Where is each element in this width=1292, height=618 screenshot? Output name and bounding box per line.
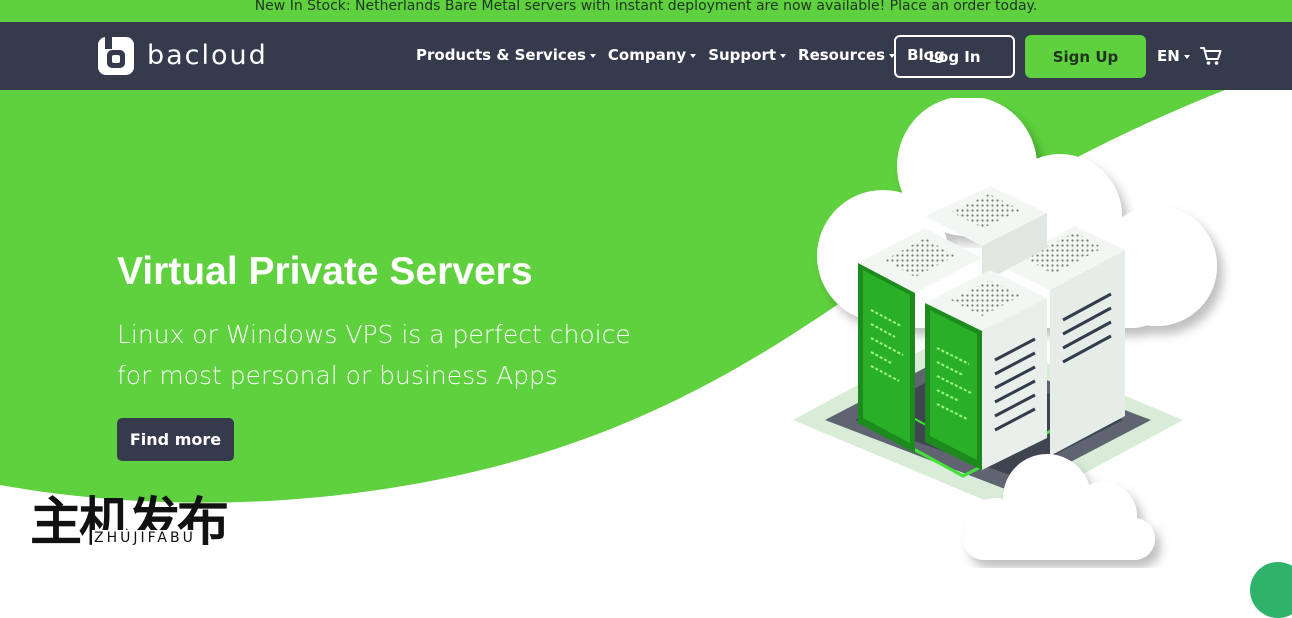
nav-resources[interactable]: Resources [798, 46, 896, 64]
caret-down-icon [1183, 54, 1190, 59]
hero-title: Virtual Private Servers [117, 250, 533, 293]
hero-subtitle-line1: Linux or Windows VPS is a perfect choice [117, 320, 631, 349]
announcement-text: New In Stock: Netherlands Bare Metal ser… [254, 0, 1038, 14]
cart-icon[interactable] [1200, 46, 1222, 66]
login-button[interactable]: Log In [894, 35, 1015, 78]
language-label: EN [1157, 47, 1180, 65]
watermark-en-text: ZHUJIFABU [92, 530, 198, 546]
hero-subtitle-line2: for most personal or business Apps [117, 361, 558, 390]
brand-logo[interactable]: bacloud [97, 36, 268, 76]
nav-support[interactable]: Support [708, 46, 787, 64]
find-more-button[interactable]: Find more [117, 418, 234, 461]
brand-name: bacloud [147, 39, 268, 71]
announcement-bar[interactable]: New In Stock: Netherlands Bare Metal ser… [0, 0, 1292, 22]
nav-company[interactable]: Company [607, 46, 697, 64]
language-selector[interactable]: EN [1157, 47, 1190, 65]
caret-down-icon [690, 53, 697, 58]
nav-item-label: Company [607, 46, 687, 64]
bacloud-logo-icon [98, 36, 134, 75]
nav-products-services[interactable]: Products & Services [416, 46, 596, 64]
nav-item-label: Products & Services [416, 46, 586, 64]
nav-item-label: Resources [798, 46, 886, 64]
signup-button[interactable]: Sign Up [1025, 35, 1146, 78]
primary-menu: Products & Services Company Support Reso… [416, 46, 957, 64]
server-cloud-illustration [793, 98, 1217, 560]
watermark-logo: 主机发布 ZHUJIFABU [30, 488, 240, 553]
hero-subtitle: Linux or Windows VPS is a perfect choice… [117, 314, 677, 396]
caret-down-icon [589, 53, 596, 58]
server-unit [925, 270, 1047, 470]
chat-widget-button[interactable] [1250, 562, 1292, 618]
main-navbar: bacloud Products & Services Company Supp… [0, 22, 1292, 90]
caret-down-icon [780, 53, 787, 58]
nav-item-label: Support [708, 46, 777, 64]
